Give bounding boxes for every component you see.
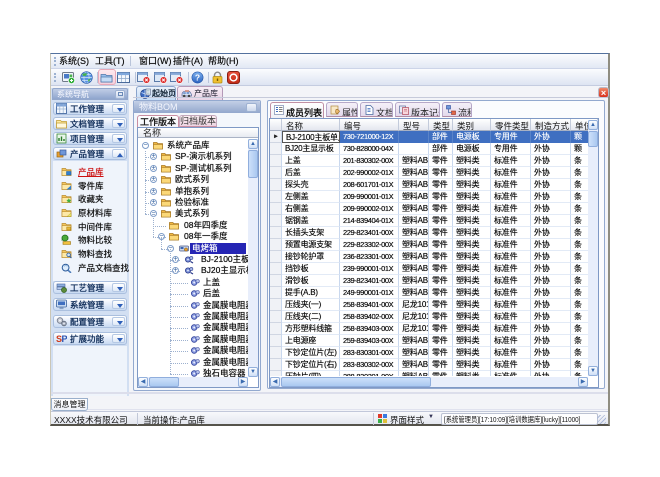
svg-text:P: P — [62, 334, 68, 344]
svg-text:?: ? — [195, 72, 200, 82]
